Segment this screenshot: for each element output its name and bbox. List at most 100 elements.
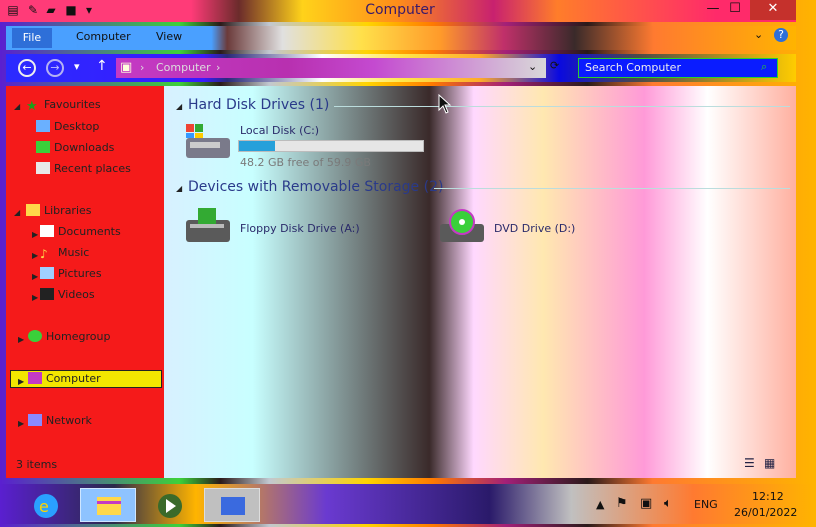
music-icon: ♪ [40, 247, 48, 261]
taskbar-file-explorer[interactable] [80, 488, 136, 522]
close-button[interactable]: ✕ [750, 0, 796, 20]
nav-item-label: Music [58, 246, 90, 259]
nav-libraries[interactable]: Libraries [26, 204, 92, 217]
ribbon: File Computer View ⌄ ? [6, 26, 796, 50]
recent-places-icon [36, 162, 50, 174]
properties-icon[interactable]: ✎ [26, 3, 40, 17]
nav-item-label: Recent places [54, 162, 131, 175]
refresh-icon[interactable]: ⟳ [550, 59, 559, 72]
taskbar-internet-explorer[interactable]: e [26, 488, 66, 522]
volume-icon[interactable]: 🔈︎ [664, 496, 672, 511]
nav-item-documents[interactable]: Documents [40, 225, 121, 238]
explorer-app-icon[interactable]: ▤ [6, 3, 20, 17]
ribbon-collapse-icon[interactable]: ⌄ [754, 28, 763, 41]
drive-local-disk-c[interactable]: Local Disk (C:) 48.2 GB free of 59.9 GB [184, 122, 424, 170]
tab-file[interactable]: File [12, 28, 52, 48]
window-title: Computer [365, 2, 435, 18]
customize-quick-access-icon[interactable]: ▾ [82, 3, 96, 17]
clock-time[interactable]: 12:12 [752, 490, 784, 503]
nav-network-label: Network [46, 414, 92, 427]
desktop-icon [36, 120, 50, 132]
star-icon: ★ [26, 99, 38, 114]
media-player-icon [158, 494, 182, 518]
nav-item-downloads[interactable]: Downloads [36, 141, 114, 154]
address-separator: › [140, 61, 145, 74]
address-bar[interactable]: ▣ › Computer › [116, 58, 546, 78]
collapse-arrow-removable[interactable]: ◢ [176, 184, 182, 193]
tab-computer[interactable]: Computer [76, 30, 131, 43]
expand-arrow-homegroup[interactable]: ▶ [18, 335, 24, 344]
nav-item-label: Documents [58, 225, 121, 238]
address-dropdown-icon[interactable]: ⌄ [528, 60, 537, 73]
action-center-icon[interactable]: ⚑ [616, 496, 628, 511]
libraries-icon [26, 204, 40, 216]
expand-arrow-videos[interactable]: ▶ [32, 293, 38, 302]
search-placeholder: Search Computer [585, 61, 681, 74]
mouse-pointer-icon [438, 94, 452, 114]
videos-icon [40, 288, 54, 300]
expand-arrow-computer[interactable]: ▶ [18, 377, 24, 386]
homegroup-icon [28, 330, 42, 342]
nav-favourites-label: Favourites [44, 98, 101, 111]
tab-view[interactable]: View [156, 30, 182, 43]
recent-locations-icon[interactable]: ▾ [74, 60, 80, 73]
search-input[interactable]: Search Computer ⌕ [578, 58, 778, 78]
internet-explorer-icon: e [34, 494, 58, 518]
forward-button[interactable]: → [46, 59, 64, 77]
expand-arrow-network[interactable]: ▶ [18, 419, 24, 428]
clock-date[interactable]: 26/01/2022 [734, 506, 797, 519]
nav-computer[interactable]: Computer [28, 372, 101, 385]
control-panel-icon [221, 497, 245, 515]
computer-small-icon: ▣ [120, 60, 133, 75]
large-icons-view-icon[interactable]: ▦ [764, 456, 775, 470]
nav-network[interactable]: Network [28, 414, 92, 427]
network-tray-icon[interactable]: ▣ [640, 496, 652, 511]
back-button[interactable]: ← [18, 59, 36, 77]
nav-item-recent-places[interactable]: Recent places [36, 162, 131, 175]
nav-favourites[interactable]: ★ Favourites [26, 98, 101, 114]
floppy-drive-icon [186, 208, 230, 242]
taskbar-control-panel[interactable] [204, 488, 260, 522]
expand-arrow-music[interactable]: ▶ [32, 251, 38, 260]
nav-item-label: Videos [58, 288, 95, 301]
language-indicator[interactable]: ENG [694, 498, 718, 511]
expand-arrow-documents[interactable]: ▶ [32, 230, 38, 239]
group-header-hard-disk-drives[interactable]: Hard Disk Drives (1) [188, 97, 329, 113]
nav-item-desktop[interactable]: Desktop [36, 120, 99, 133]
show-hidden-icons-icon[interactable]: ▲ [596, 498, 604, 511]
status-item-count: 3 items [16, 458, 58, 471]
nav-item-label: Pictures [58, 267, 102, 280]
address-separator-2[interactable]: › [216, 61, 220, 74]
collapse-arrow-hdd[interactable]: ◢ [176, 102, 182, 111]
pictures-icon [40, 267, 54, 279]
dvd-drive-icon [440, 209, 484, 242]
network-icon [28, 414, 42, 426]
drive-name: DVD Drive (D:) [494, 222, 576, 235]
nav-item-videos[interactable]: Videos [40, 288, 95, 301]
maximize-button[interactable]: ☐ [720, 0, 750, 20]
drive-usage-fill [239, 141, 275, 151]
navigation-pane: ◢ ★ Favourites Desktop Downloads Recent p… [6, 86, 164, 478]
nav-libraries-label: Libraries [44, 204, 92, 217]
content-pane: ◢ Hard Disk Drives (1) Local Disk (C:) 4… [164, 86, 796, 478]
details-view-icon[interactable]: ☰ [744, 456, 755, 470]
quick-access-icon[interactable]: ■ [64, 3, 78, 17]
nav-homegroup[interactable]: Homegroup [28, 330, 110, 343]
expand-arrow-libraries[interactable]: ◢ [14, 208, 20, 217]
nav-item-pictures[interactable]: Pictures [40, 267, 102, 280]
nav-computer-label: Computer [46, 372, 101, 385]
up-button[interactable]: ↑ [96, 58, 108, 74]
new-folder-icon[interactable]: ▰ [44, 3, 58, 17]
nav-item-label: Desktop [54, 120, 100, 133]
title-bar: ▤ ✎ ▰ ■ ▾ Computer — ☐ ✕ [0, 0, 796, 22]
documents-icon [40, 225, 54, 237]
drive-floppy-a[interactable]: Floppy Disk Drive (A:) [184, 208, 360, 252]
expand-arrow-pictures[interactable]: ▶ [32, 272, 38, 281]
help-icon[interactable]: ? [774, 28, 788, 42]
drive-dvd-d[interactable]: DVD Drive (D:) [438, 208, 575, 252]
taskbar-media-player[interactable] [148, 488, 192, 522]
group-header-removable-storage[interactable]: Devices with Removable Storage (2) [188, 179, 443, 195]
address-path[interactable]: Computer [156, 61, 211, 74]
nav-item-music[interactable]: ♪ Music [40, 246, 90, 261]
expand-arrow-favourites[interactable]: ◢ [14, 102, 20, 111]
